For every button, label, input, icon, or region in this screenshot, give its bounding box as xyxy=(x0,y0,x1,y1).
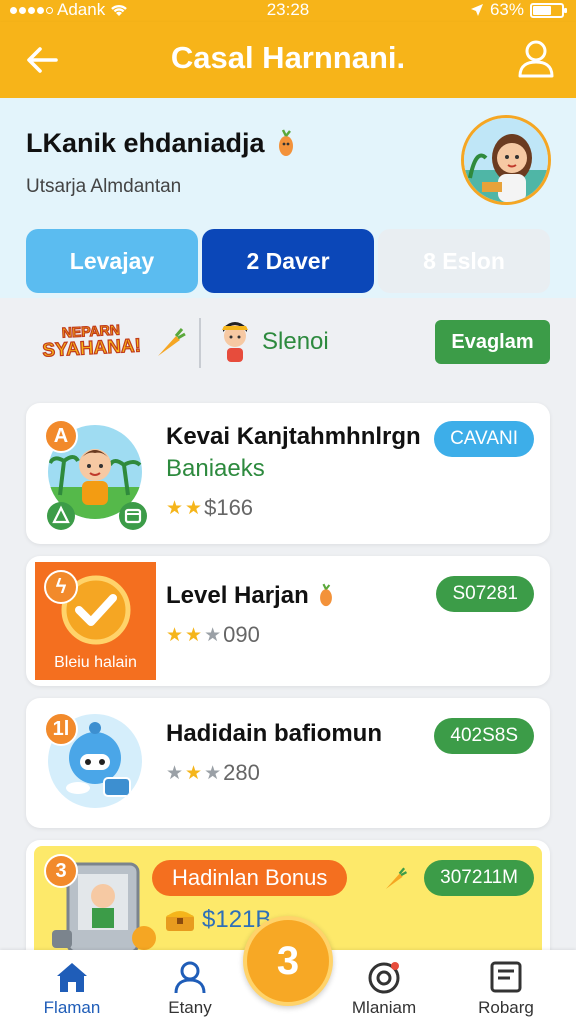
list-item[interactable]: Bleiu halain ϟ Level Harjan ★ ★ ★ 090 S072… xyxy=(26,556,550,686)
carrot-mascot-icon xyxy=(278,128,293,156)
nav-camera[interactable]: Mlaniam xyxy=(334,950,434,1024)
nav-reports[interactable]: Robarg xyxy=(456,950,556,1024)
card-status-pill[interactable]: 402S8S xyxy=(434,718,534,754)
carrot-mascot-icon xyxy=(319,583,332,607)
profile-subtitle: Utsarja Almdantan xyxy=(26,176,182,197)
tab-levajay[interactable]: Levajay xyxy=(26,229,198,293)
star-icon: ★ xyxy=(166,624,184,646)
card-status-pill[interactable]: S07281 xyxy=(436,576,534,612)
nav-label: Flaman xyxy=(43,998,101,1017)
thumbnail-caption: Bleiu halain xyxy=(54,654,137,671)
card-rating: ★ ★ ★ 090 xyxy=(166,622,260,648)
card-score: $166 xyxy=(204,495,254,520)
app-bar: Casal Harnnani. xyxy=(0,22,576,98)
card-badge: 3 xyxy=(44,854,78,888)
battery-percent: 63% xyxy=(489,0,524,19)
star-icon: ★ xyxy=(185,624,203,646)
card-rating: ★ ★ ★ 280 xyxy=(166,760,260,786)
carrot-icon xyxy=(385,867,408,889)
avatar[interactable] xyxy=(461,115,551,205)
camera-icon xyxy=(368,962,400,994)
location-arrow-icon xyxy=(470,4,483,16)
nav-label: Robarg xyxy=(478,998,534,1017)
card-badge: 1l xyxy=(44,712,78,746)
avatar-girl-illustration xyxy=(464,118,548,202)
game-logo-line2: SYAHANA! xyxy=(41,335,142,362)
boy-character-icon xyxy=(222,322,248,362)
star-icon: ★ xyxy=(185,497,203,519)
card-title-row: Level Harjan xyxy=(166,582,337,610)
card-score: 280 xyxy=(223,760,260,785)
carrot-icon xyxy=(158,328,186,356)
status-right: 63% xyxy=(470,0,567,20)
person-icon xyxy=(174,961,206,994)
treasure-chest-icon xyxy=(166,911,194,931)
star-icon: ★ xyxy=(166,497,184,519)
battery-icon xyxy=(530,2,567,18)
divider xyxy=(199,318,201,368)
user-profile-icon[interactable] xyxy=(516,38,556,80)
card-title: Hadidain bafiomun xyxy=(166,720,382,747)
card-status-pill[interactable]: 307211M xyxy=(424,860,534,896)
home-icon xyxy=(57,963,87,992)
tab-bar: Levajay 2 Daver 8 Eslon xyxy=(26,229,550,293)
card-title: Kevai Kanjtahmhnlrgn xyxy=(166,423,421,450)
star-icon: ★ xyxy=(185,762,203,784)
star-empty-icon: ★ xyxy=(204,624,222,646)
document-icon xyxy=(490,961,522,993)
status-bar: Adank 23:28 63% xyxy=(0,0,576,22)
tab-daver[interactable]: 2 Daver xyxy=(202,229,374,293)
profile-name-row: LKanik ehdaniadja xyxy=(26,128,299,159)
promo-strip: NEPARN SYAHANA! Slenoi Evaglam xyxy=(0,298,576,388)
game-logo: NEPARN SYAHANA! xyxy=(41,319,142,362)
nav-label: Mlaniam xyxy=(351,998,417,1017)
evaglam-button[interactable]: Evaglam xyxy=(435,320,550,364)
card-badge: ϟ xyxy=(44,570,78,604)
bonus-title-pill[interactable]: Hadinlan Bonus xyxy=(152,860,348,896)
triangle-badge-icon xyxy=(47,502,75,530)
card-title: Level Harjan xyxy=(166,582,309,609)
star-empty-icon: ★ xyxy=(204,762,222,784)
nav-profile[interactable]: Etany xyxy=(140,950,240,1024)
nav-label: Etany xyxy=(168,998,212,1017)
tab-eslon[interactable]: 8 Eslon xyxy=(378,229,550,293)
card-badge: A xyxy=(44,419,78,453)
card-rating: ★ ★ $166 xyxy=(166,495,253,521)
strip-label: Slenoi xyxy=(262,328,329,355)
card-status-pill[interactable]: CAVANI xyxy=(434,421,534,457)
nav-home[interactable]: Flaman xyxy=(22,950,122,1024)
floating-action-button[interactable]: 3 xyxy=(243,916,333,1006)
profile-name: LKanik ehdaniadja xyxy=(26,128,265,158)
page-title: Casal Harnnani. xyxy=(170,40,406,75)
card-badge-icon xyxy=(119,502,147,530)
star-empty-icon: ★ xyxy=(166,762,184,784)
list-item[interactable]: A Kevai Kanjtahmhnlrgn Baniaeks ★ ★ $166 … xyxy=(26,403,550,544)
list-item[interactable]: 1l Hadidain bafiomun ★ ★ ★ 280 402S8S xyxy=(26,698,550,828)
card-score: 090 xyxy=(223,622,260,647)
card-subtitle: Baniaeks xyxy=(166,455,265,482)
